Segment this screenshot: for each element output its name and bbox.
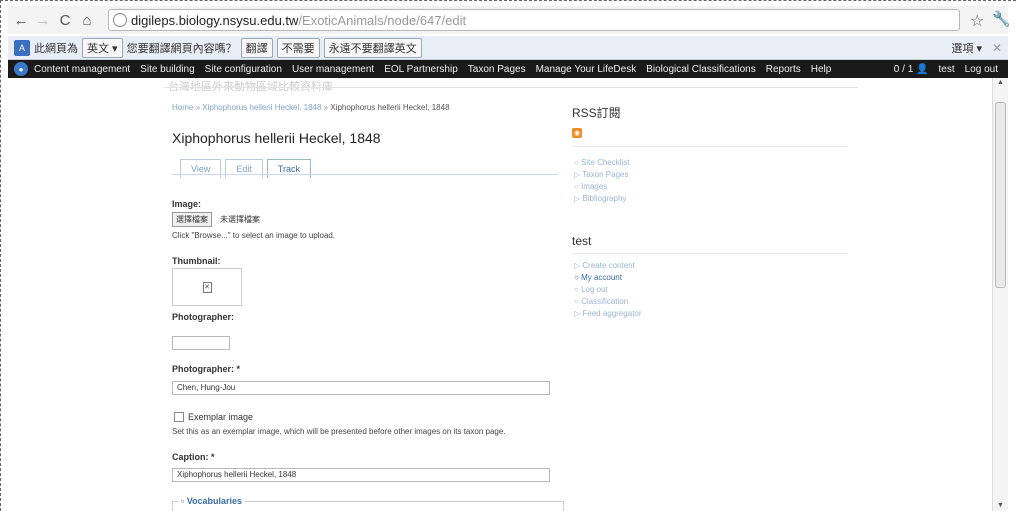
- admin-menu: ● Content management Site building Site …: [8, 60, 1008, 78]
- bookmark-star-icon[interactable]: ☆: [970, 11, 984, 31]
- home-icon[interactable]: ⌂: [78, 11, 96, 29]
- exemplar-label[interactable]: Exemplar image: [188, 412, 253, 422]
- translate-bar: A 此網頁為 英文 ▾ 您要翻譯網頁內容嗎？ 翻譯 不需要 永遠不要翻譯英文 選…: [8, 36, 1008, 60]
- rss-feed-icon[interactable]: ◉: [572, 128, 582, 138]
- sidebar-link-taxon-pages[interactable]: ▷ Taxon Pages: [574, 170, 629, 179]
- translate-icon: A: [14, 39, 30, 56]
- sidebar-link-bibliography[interactable]: ▷ Bibliography: [574, 194, 626, 203]
- exemplar-description: Set this as an exemplar image, which wil…: [172, 427, 506, 436]
- image-description: Click "Browse..." to select an image to …: [172, 231, 336, 240]
- admin-item-site-configuration[interactable]: Site configuration: [205, 64, 282, 75]
- admin-item-eol-partnership[interactable]: EOL Partnership: [384, 64, 458, 75]
- photographer-input-small[interactable]: [172, 336, 230, 350]
- admin-item-manage-lifedesk[interactable]: Manage Your LifeDesk: [536, 64, 637, 75]
- scroll-thumb[interactable]: [995, 102, 1006, 288]
- admin-item-biological-classifications[interactable]: Biological Classifications: [646, 64, 756, 75]
- caption-label: Caption: *: [172, 452, 215, 462]
- rss-divider: [572, 146, 848, 147]
- breadcrumb-parent[interactable]: Xiphophorus hellerii Heckel, 1848: [202, 103, 321, 112]
- admin-item-reports[interactable]: Reports: [766, 64, 801, 75]
- tab-edit[interactable]: Edit: [225, 159, 263, 178]
- sidebar-link-log-out[interactable]: ○ Log out: [574, 285, 608, 294]
- broken-image-icon: ✕: [202, 281, 212, 293]
- sidebar-link-my-account[interactable]: ○ My account: [574, 273, 622, 282]
- rss-block-title: RSS訂閱: [572, 106, 621, 120]
- translate-button[interactable]: 翻譯: [240, 37, 273, 58]
- scroll-down-icon[interactable]: ▼: [997, 502, 1004, 509]
- exemplar-checkbox[interactable]: [174, 412, 184, 422]
- node-tabs: View Edit Track: [180, 159, 315, 178]
- photographer-label: Photographer:: [172, 312, 234, 322]
- caption-input[interactable]: Xiphophorus hellerii Heckel, 1848: [172, 468, 550, 482]
- admin-item-site-building[interactable]: Site building: [140, 64, 194, 75]
- admin-user-area: 0 / 1 👤 test Log out: [894, 64, 998, 75]
- admin-item-user-management[interactable]: User management: [292, 64, 374, 75]
- site-header-text: 台灣地區外來動物區域比較資料庫: [168, 81, 333, 93]
- drupal-logo-icon[interactable]: ●: [14, 62, 28, 76]
- sidebar-link-images[interactable]: ○ Images: [574, 182, 607, 191]
- choose-file-button[interactable]: 選擇檔案: [172, 212, 212, 227]
- admin-item-help[interactable]: Help: [811, 64, 832, 75]
- tab-view[interactable]: View: [180, 159, 222, 178]
- scroll-up-icon[interactable]: ▲: [997, 79, 1004, 86]
- options-button[interactable]: 選項 ▾: [951, 40, 982, 56]
- admin-username[interactable]: test: [939, 64, 955, 75]
- reload-icon[interactable]: C: [56, 11, 74, 29]
- page-title: Xiphophorus hellerii Heckel, 1848: [172, 130, 381, 146]
- url-host: digileps.biology.nsysu.edu.tw: [131, 12, 299, 28]
- sidebar-link-create-content[interactable]: ▷ Create content: [574, 261, 635, 270]
- wrench-icon[interactable]: 🔧: [992, 10, 1011, 28]
- translate-prefix: 此網頁為: [34, 42, 78, 55]
- users-online-counter: 0 / 1 👤: [893, 63, 929, 75]
- breadcrumb: Home » Xiphophorus hellerii Heckel, 1848…: [172, 103, 450, 112]
- admin-logout-link[interactable]: Log out: [965, 64, 998, 75]
- user-icon: 👤: [916, 63, 929, 75]
- breadcrumb-current: Xiphophorus hellerii Heckel, 1848: [330, 103, 450, 112]
- address-bar[interactable]: digileps.biology.nsysu.edu.tw/ExoticAnim…: [108, 9, 960, 31]
- thumbnail-preview: ✕: [172, 268, 242, 306]
- tab-track[interactable]: Track: [266, 159, 312, 178]
- page-content: 台灣地區外來動物區域比較資料庫 Home » Xiphophorus helle…: [8, 78, 992, 511]
- thumbnail-label: Thumbnail:: [172, 256, 221, 266]
- no-file-text: 未選擇檔案: [220, 215, 260, 224]
- page-scrollbar[interactable]: ▲ ▼: [992, 78, 1008, 511]
- breadcrumb-home[interactable]: Home: [172, 103, 193, 112]
- tabs-divider: [172, 174, 558, 175]
- no-translate-button[interactable]: 不需要: [276, 37, 320, 58]
- user-divider: [572, 253, 848, 254]
- user-block-title: test: [572, 234, 592, 248]
- photographer-required-label: Photographer: *: [172, 364, 241, 374]
- back-icon[interactable]: ←: [12, 11, 30, 29]
- never-translate-button[interactable]: 永遠不要翻譯英文: [323, 37, 422, 58]
- language-select[interactable]: 英文 ▾: [82, 37, 123, 58]
- page-info-icon[interactable]: [113, 13, 127, 27]
- url-path: /ExoticAnimals/node/647/edit: [298, 12, 467, 28]
- vocabularies-legend[interactable]: ▫ Vocabularies: [178, 496, 246, 506]
- sidebar-link-site-checklist[interactable]: ○ Site Checklist: [574, 158, 630, 167]
- forward-icon[interactable]: →: [34, 11, 52, 29]
- close-icon[interactable]: ✕: [992, 41, 1002, 55]
- translate-question: 您要翻譯網頁內容嗎？: [126, 42, 237, 55]
- browser-toolbar: ← → C ⌂ digileps.biology.nsysu.edu.tw/Ex…: [8, 6, 1011, 34]
- photographer-input[interactable]: Chen, Hung-Jou: [172, 381, 550, 395]
- image-label: Image:: [172, 199, 202, 209]
- sidebar-link-classification[interactable]: ○ Classification: [574, 297, 628, 306]
- admin-item-taxon-pages[interactable]: Taxon Pages: [468, 64, 526, 75]
- header-divider: [164, 87, 858, 88]
- admin-item-content-management[interactable]: Content management: [34, 64, 130, 75]
- sidebar-link-feed-aggregator[interactable]: ▷ Feed aggregator: [574, 309, 642, 318]
